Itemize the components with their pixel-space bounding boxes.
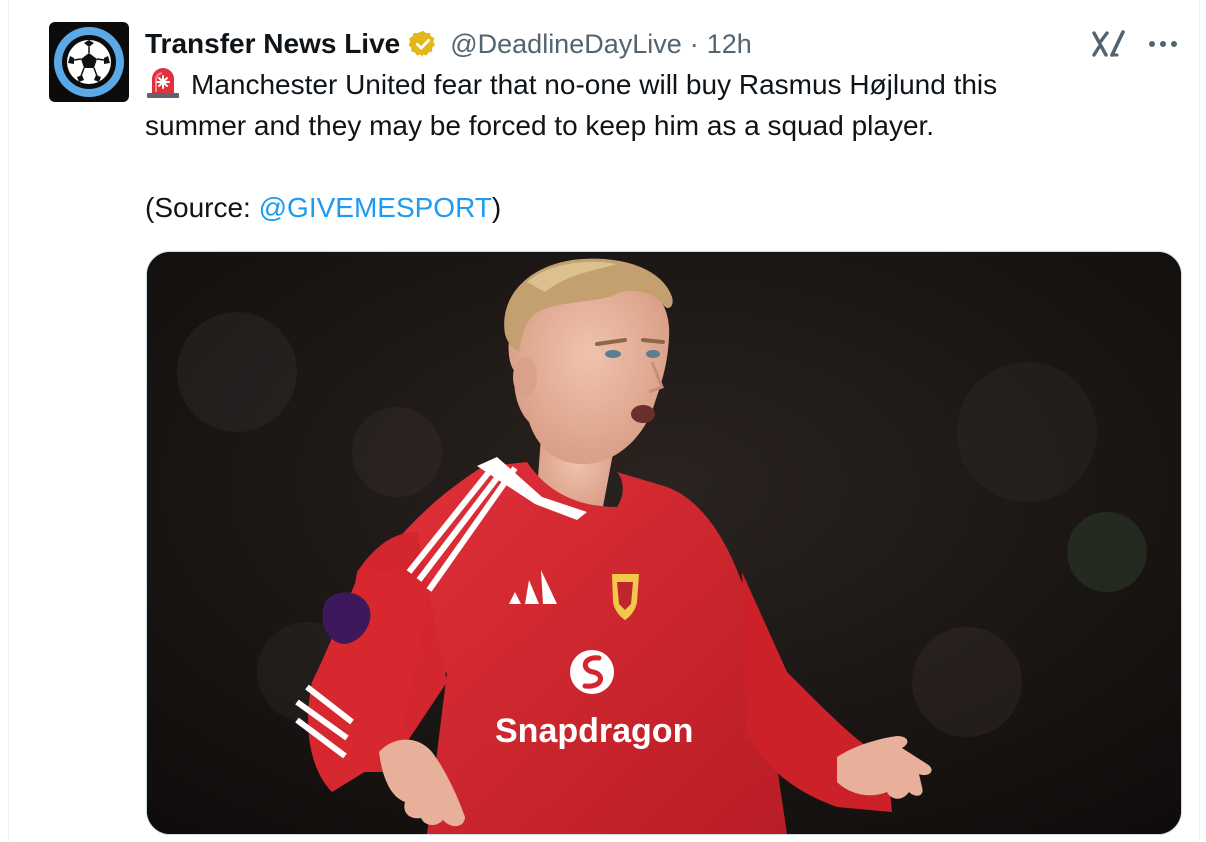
tweet-header: Transfer News Live @DeadlineDayLive · 12…	[145, 24, 752, 64]
verified-badge-icon	[408, 29, 438, 59]
tweet-text: Manchester United fear that no-one will …	[145, 64, 1175, 228]
footballer-photo: Snapdragon	[147, 252, 1181, 834]
author-handle[interactable]: @DeadlineDayLive	[450, 29, 682, 60]
tweet-card[interactable]: Transfer News Live @DeadlineDayLive · 12…	[8, 0, 1200, 842]
grok-button[interactable]	[1089, 24, 1129, 64]
header-separator: ·	[689, 28, 699, 59]
source-prefix: (Source:	[145, 192, 259, 223]
author-avatar[interactable]	[49, 22, 129, 102]
author-display-name[interactable]: Transfer News Live	[145, 28, 400, 60]
source-suffix: )	[491, 192, 502, 223]
source-mention-link[interactable]: @GIVEMESPORT	[259, 192, 492, 223]
tweet-media-photo[interactable]: Snapdragon	[146, 251, 1182, 835]
tweet-text-body-line-1: Manchester United fear that no-one will …	[191, 69, 998, 100]
tweet-text-line-1: Manchester United fear that no-one will …	[145, 64, 1175, 105]
more-options-button[interactable]	[1141, 24, 1185, 64]
shirt-sponsor-text: Snapdragon	[495, 712, 693, 750]
tweet-text-line-2: summer and they may be forced to keep hi…	[145, 110, 935, 141]
police-siren-icon	[147, 68, 179, 98]
grok-icon	[1092, 30, 1125, 57]
tweet-source-line: (Source: @GIVEMESPORT)	[145, 187, 1175, 228]
tweet-timestamp[interactable]: 12h	[707, 29, 752, 60]
soccer-ball-icon	[54, 27, 124, 97]
more-options-icon	[1149, 41, 1177, 47]
